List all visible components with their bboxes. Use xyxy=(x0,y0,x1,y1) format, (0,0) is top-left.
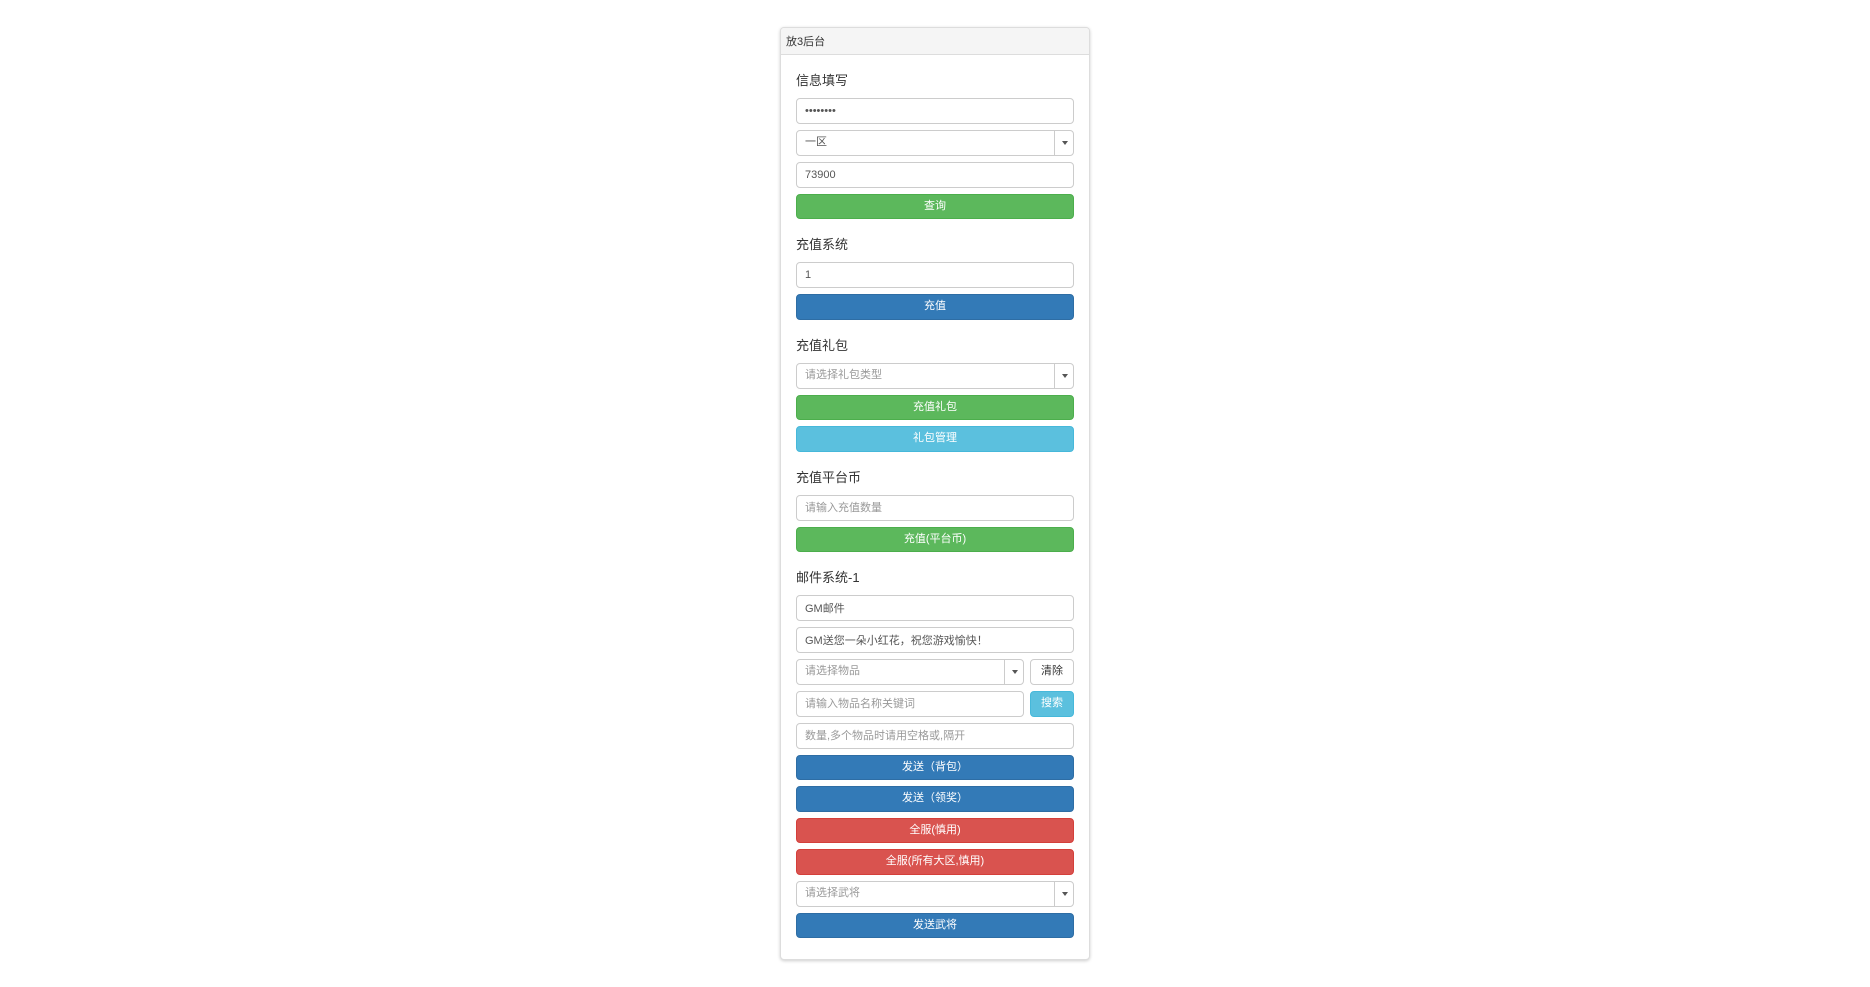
panel-title: 放3后台 xyxy=(781,28,1089,55)
recharge-platform-button[interactable]: 充值(平台币) xyxy=(796,527,1074,552)
general-select[interactable]: 请选择武将 xyxy=(796,881,1074,907)
qq-input[interactable] xyxy=(796,162,1074,188)
recharge-amount-input[interactable] xyxy=(796,262,1074,288)
item-select[interactable]: 请选择物品 xyxy=(796,659,1024,685)
quantity-input[interactable] xyxy=(796,723,1074,749)
gift-manage-button[interactable]: 礼包管理 xyxy=(796,426,1074,451)
search-button[interactable]: 搜索 xyxy=(1030,691,1074,717)
mail-content-input[interactable] xyxy=(796,627,1074,653)
section-gift-title: 充值礼包 xyxy=(796,335,1074,354)
section-platform-title: 充值平台币 xyxy=(796,467,1074,486)
mail-subject-input[interactable] xyxy=(796,595,1074,621)
send-general-button[interactable]: 发送武将 xyxy=(796,913,1074,938)
gift-type-select[interactable]: 请选择礼包类型 xyxy=(796,363,1074,389)
zone-select[interactable]: 一区 xyxy=(796,130,1074,156)
recharge-button[interactable]: 充值 xyxy=(796,294,1074,319)
all-region-button[interactable]: 全服(所有大区,慎用) xyxy=(796,849,1074,874)
send-bag-button[interactable]: 发送（背包） xyxy=(796,755,1074,780)
send-reward-button[interactable]: 发送（领奖） xyxy=(796,786,1074,811)
clear-button[interactable]: 清除 xyxy=(1030,659,1074,685)
password-input[interactable] xyxy=(796,98,1074,124)
recharge-gift-button[interactable]: 充值礼包 xyxy=(796,395,1074,420)
section-recharge-title: 充值系统 xyxy=(796,234,1074,253)
admin-panel: 放3后台 信息填写 一区 查询 充值系统 充值 充值礼包 请选择礼包类型 充值礼… xyxy=(780,27,1090,960)
query-button[interactable]: 查询 xyxy=(796,194,1074,219)
item-search-input[interactable] xyxy=(796,691,1024,717)
section-mail-title: 邮件系统-1 xyxy=(796,567,1074,586)
item-select-placeholder: 请选择物品 xyxy=(796,659,1024,685)
panel-body: 信息填写 一区 查询 充值系统 充值 充值礼包 请选择礼包类型 充值礼包 礼包管… xyxy=(781,55,1089,959)
zone-select-value: 一区 xyxy=(796,130,1074,156)
gift-type-placeholder: 请选择礼包类型 xyxy=(796,363,1074,389)
platform-amount-input[interactable] xyxy=(796,495,1074,521)
section-info-title: 信息填写 xyxy=(796,70,1074,89)
all-server-button[interactable]: 全服(慎用) xyxy=(796,818,1074,843)
general-select-placeholder: 请选择武将 xyxy=(796,881,1074,907)
